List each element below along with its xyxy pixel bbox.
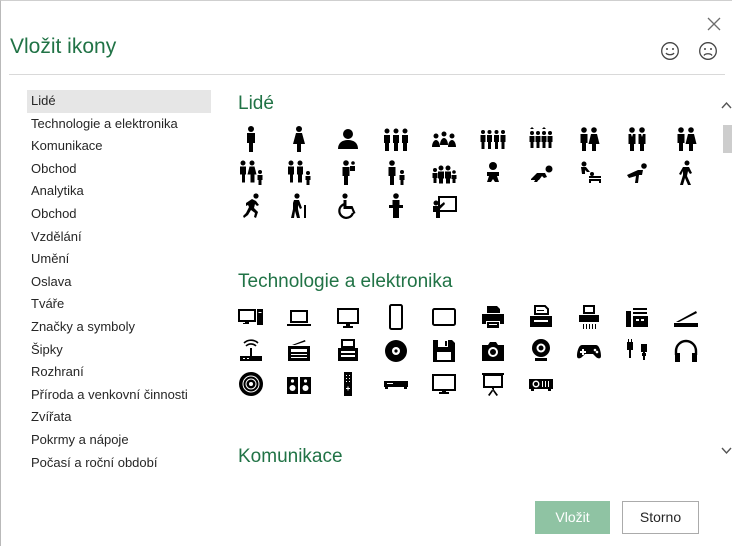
desktop-computer-icon[interactable]: [237, 303, 265, 331]
monitor-icon[interactable]: [334, 303, 362, 331]
family-with-child-icon[interactable]: [285, 159, 313, 187]
category-list: Lidé Technologie a elektronika Komunikac…: [27, 90, 211, 474]
floppy-disk-icon[interactable]: [430, 337, 458, 365]
insert-button[interactable]: Vložit: [535, 501, 610, 534]
tablet-icon[interactable]: [430, 303, 458, 331]
couple-icon[interactable]: [575, 125, 603, 153]
crowd-icon[interactable]: [527, 125, 555, 153]
typewriter-icon[interactable]: [334, 337, 362, 365]
scanner-icon[interactable]: [672, 303, 700, 331]
speakers-icon[interactable]: [285, 370, 313, 398]
icon-gallery: Lidé Technologie a elektronika Komunikac…: [231, 89, 721, 474]
vinyl-record-icon[interactable]: [237, 370, 265, 398]
laptop-icon[interactable]: [285, 303, 313, 331]
baby-icon[interactable]: [479, 159, 507, 187]
couple-formal-icon[interactable]: [623, 125, 651, 153]
header-divider: [9, 74, 725, 75]
cancel-button[interactable]: Storno: [622, 501, 699, 534]
game-controller-icon[interactable]: [575, 337, 603, 365]
tv-icon[interactable]: [430, 370, 458, 398]
close-icon[interactable]: [705, 15, 723, 33]
category-item-food-drinks[interactable]: Pokrmy a nápoje: [27, 429, 211, 452]
radio-icon[interactable]: [285, 337, 313, 365]
running-person-icon[interactable]: [237, 192, 265, 220]
category-item-people[interactable]: Lidé: [27, 90, 211, 113]
woman-icon[interactable]: [285, 125, 313, 153]
category-item-business-2[interactable]: Obchod: [27, 203, 211, 226]
user-icon[interactable]: [334, 125, 362, 153]
gallery-scrollbar[interactable]: [720, 89, 732, 463]
printer-document-icon[interactable]: [527, 303, 555, 331]
smartphone-icon[interactable]: [382, 303, 410, 331]
section-title-people: Lidé: [238, 93, 274, 114]
family-of-four-icon[interactable]: [430, 159, 458, 187]
man-and-woman-icon[interactable]: [672, 125, 700, 153]
category-item-animals[interactable]: Zvířata: [27, 406, 211, 429]
category-item-arrows[interactable]: Šipky: [27, 339, 211, 362]
shredder-icon[interactable]: [575, 303, 603, 331]
category-item-celebration[interactable]: Oslava: [27, 271, 211, 294]
category-item-signs-symbols[interactable]: Značky a symboly: [27, 316, 211, 339]
four-people-icon[interactable]: [479, 125, 507, 153]
category-item-analytics[interactable]: Analytika: [27, 180, 211, 203]
parent-walking-child-icon[interactable]: [382, 159, 410, 187]
elderly-person-icon[interactable]: [285, 192, 313, 220]
section-title-technology: Technologie a elektronika: [238, 271, 453, 292]
webcam-icon[interactable]: [527, 337, 555, 365]
presenter-board-icon[interactable]: [430, 192, 458, 220]
projector-icon[interactable]: [527, 370, 555, 398]
smile-icon[interactable]: [660, 41, 680, 61]
family-icon[interactable]: [237, 159, 265, 187]
category-item-nature-outdoors[interactable]: Příroda a venkovní činnosti: [27, 384, 211, 407]
cd-icon[interactable]: [382, 337, 410, 365]
plug-icon[interactable]: [623, 337, 651, 365]
category-item-interface[interactable]: Rozhraní: [27, 361, 211, 384]
crawling-baby-icon[interactable]: [527, 159, 555, 187]
dvd-player-icon[interactable]: [382, 370, 410, 398]
remote-control-icon[interactable]: [334, 370, 362, 398]
projector-screen-icon[interactable]: [479, 370, 507, 398]
wheelchair-icon[interactable]: [334, 192, 362, 220]
category-item-weather-seasons[interactable]: Počasí a roční období: [27, 452, 211, 475]
section-title-communication: Komunikace: [238, 446, 343, 467]
parent-with-child-icon[interactable]: [334, 159, 362, 187]
category-item-technology[interactable]: Technologie a elektronika: [27, 113, 211, 136]
changing-table-icon[interactable]: [575, 159, 603, 187]
category-item-business[interactable]: Obchod: [27, 158, 211, 181]
group-of-three-icon[interactable]: [382, 125, 410, 153]
man-icon[interactable]: [237, 125, 265, 153]
category-item-faces[interactable]: Tváře: [27, 293, 211, 316]
dialog-title: Vložit ikony: [10, 35, 117, 58]
wireless-router-icon[interactable]: [237, 337, 265, 365]
scroll-thumb[interactable]: [723, 125, 732, 153]
category-item-education[interactable]: Vzdělání: [27, 226, 211, 249]
camera-icon[interactable]: [479, 337, 507, 365]
scroll-up-icon[interactable]: [720, 99, 732, 113]
category-item-art[interactable]: Umění: [27, 248, 211, 271]
stretching-person-icon[interactable]: [623, 159, 651, 187]
headphones-icon[interactable]: [672, 337, 700, 365]
frown-icon[interactable]: [698, 41, 718, 61]
printer-icon[interactable]: [479, 303, 507, 331]
category-item-communication[interactable]: Komunikace: [27, 135, 211, 158]
meeting-group-icon[interactable]: [430, 125, 458, 153]
fax-machine-icon[interactable]: [623, 303, 651, 331]
speaker-podium-icon[interactable]: [382, 192, 410, 220]
walking-person-icon[interactable]: [672, 159, 700, 187]
scroll-down-icon[interactable]: [720, 443, 732, 457]
insert-icons-dialog: Vložit ikony Lidé Technologie a elektron…: [0, 0, 732, 546]
